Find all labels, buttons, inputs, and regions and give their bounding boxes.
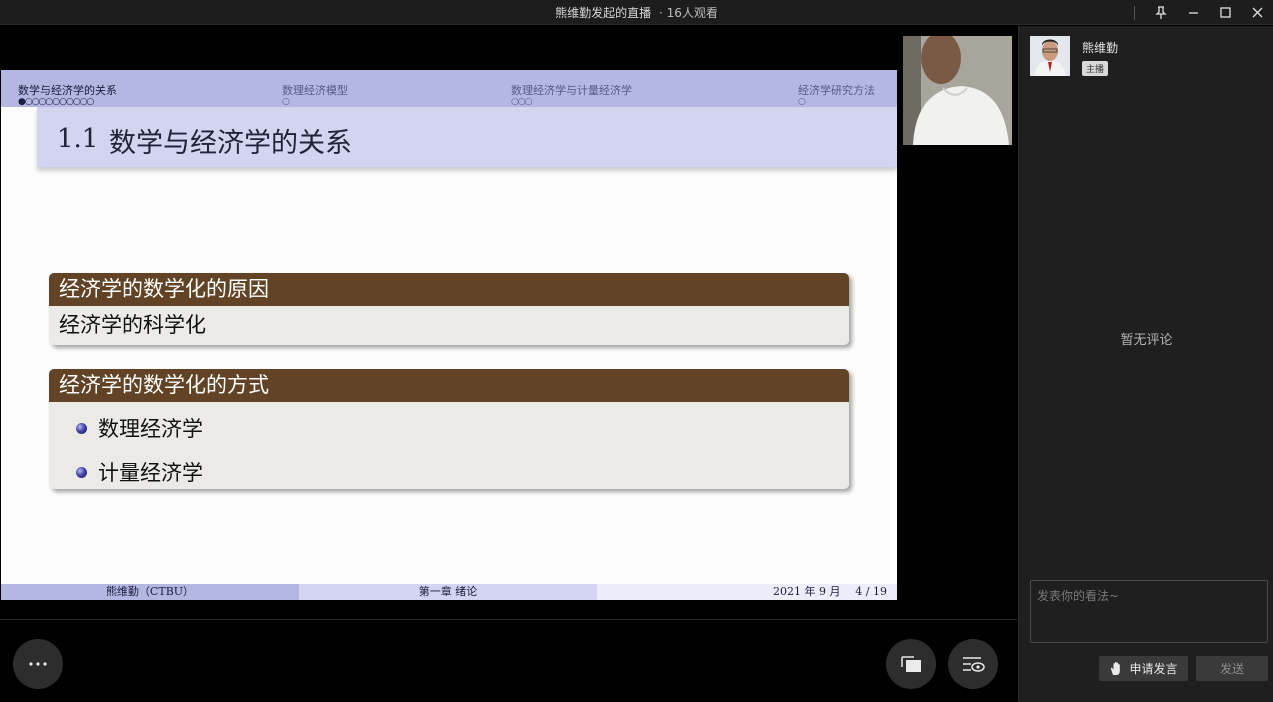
comments-panel: 熊维勤 主播 暂无评论 申请发言 发送 — [1018, 26, 1273, 702]
apply-speak-button[interactable]: 申请发言 — [1099, 656, 1188, 681]
block-method-heading: 经济学的数学化的方式 — [49, 369, 849, 402]
host-badge: 主播 — [1082, 61, 1109, 76]
window-controls — [1134, 0, 1273, 25]
shared-slide: 数学与经济学的关系 ●○○○○○○○○○○ 数理经济模型 ○ 数理经济学与计量经… — [1, 70, 897, 600]
list-item-text: 数理经济学 — [98, 417, 203, 441]
window-title: 熊维勤发起的直播 · 16人观看 — [0, 4, 1273, 21]
nav-section-3: 数理经济学与计量经济学 — [511, 84, 632, 97]
slide-section-nav: 数学与经济学的关系 ●○○○○○○○○○○ 数理经济模型 ○ 数理经济学与计量经… — [1, 70, 897, 107]
block-reason-heading: 经济学的数学化的原因 — [49, 273, 849, 306]
more-icon — [29, 662, 47, 666]
maximize-button[interactable] — [1209, 0, 1241, 25]
slide-title-bar: 1.1 数学与经济学的关系 — [37, 107, 897, 167]
slide-footer: 熊维勤（CTBU） 第一章 绪论 2021 年 9 月 4 / 19 — [1, 584, 897, 600]
nav-section-3-dots: ○○○ — [511, 97, 533, 107]
title-bar: 熊维勤发起的直播 · 16人观看 — [0, 0, 1273, 25]
nav-section-4: 经济学研究方法 — [798, 84, 875, 97]
block-method: 经济学的数学化的方式 数理经济学 计量经济学 — [49, 369, 849, 489]
list-item: 计量经济学 — [59, 450, 849, 489]
close-button[interactable] — [1241, 0, 1273, 25]
minimize-icon — [1188, 12, 1198, 14]
avatar-photo-icon — [1030, 36, 1070, 76]
bullet-icon — [76, 466, 87, 478]
minimize-button[interactable] — [1177, 0, 1209, 25]
block-reason-body: 经济学的科学化 — [49, 306, 849, 345]
view-settings-icon — [963, 657, 985, 672]
nav-section-1: 数学与经济学的关系 — [18, 84, 117, 97]
block-reason: 经济学的数学化的原因 经济学的科学化 — [49, 273, 849, 345]
stream-title: 熊维勤发起的直播 — [555, 6, 652, 20]
controls-divider — [1134, 5, 1135, 20]
send-button[interactable]: 发送 — [1196, 656, 1268, 681]
view-settings-button[interactable] — [948, 639, 998, 689]
viewer-count: · 16人观看 — [658, 6, 718, 20]
empty-comments-text: 暂无评论 — [1120, 333, 1173, 348]
video-stage[interactable]: 数学与经济学的关系 ●○○○○○○○○○○ 数理经济模型 ○ 数理经济学与计量经… — [0, 26, 1017, 619]
footer-meta: 2021 年 9 月 4 / 19 — [597, 584, 897, 600]
nav-section-2-dots: ○ — [282, 97, 290, 107]
more-button[interactable] — [13, 639, 63, 689]
pin-icon — [1155, 5, 1167, 19]
comment-input[interactable] — [1030, 580, 1268, 643]
screen-switch-icon — [901, 656, 921, 672]
nav-section-2: 数理经济模型 — [282, 84, 348, 97]
pin-button[interactable] — [1145, 0, 1177, 25]
screen-switch-button[interactable] — [886, 639, 936, 689]
block-method-body: 数理经济学 计量经济学 — [49, 402, 849, 489]
host-name: 熊维勤 — [1082, 41, 1119, 55]
footer-page: 4 / 19 — [855, 585, 887, 598]
presenter-camera[interactable] — [903, 36, 1012, 145]
footer-chapter: 第一章 绪论 — [299, 584, 597, 600]
slide-title: 数学与经济学的关系 — [109, 128, 352, 159]
bullet-icon — [76, 422, 87, 434]
maximize-icon — [1219, 7, 1231, 18]
apply-speak-label: 申请发言 — [1129, 662, 1178, 676]
raise-hand-icon — [1111, 661, 1121, 675]
section-number: 1.1 — [57, 124, 99, 154]
live-stream-window: 熊维勤发起的直播 · 16人观看 数学与经济学的关系 ●○○○○○○○○○○ 数… — [0, 0, 1273, 702]
footer-date: 2021 年 9 月 — [773, 585, 841, 598]
nav-section-1-dots: ●○○○○○○○○○○ — [18, 97, 94, 107]
close-icon — [1252, 7, 1262, 18]
host-avatar — [1030, 36, 1070, 76]
footer-author: 熊维勤（CTBU） — [1, 584, 299, 600]
list-item-text: 计量经济学 — [98, 461, 203, 485]
list-item: 数理经济学 — [59, 406, 849, 450]
nav-section-4-dots: ○ — [798, 97, 806, 107]
control-bar-divider — [0, 619, 1017, 620]
presenter-video-icon — [903, 36, 1012, 145]
